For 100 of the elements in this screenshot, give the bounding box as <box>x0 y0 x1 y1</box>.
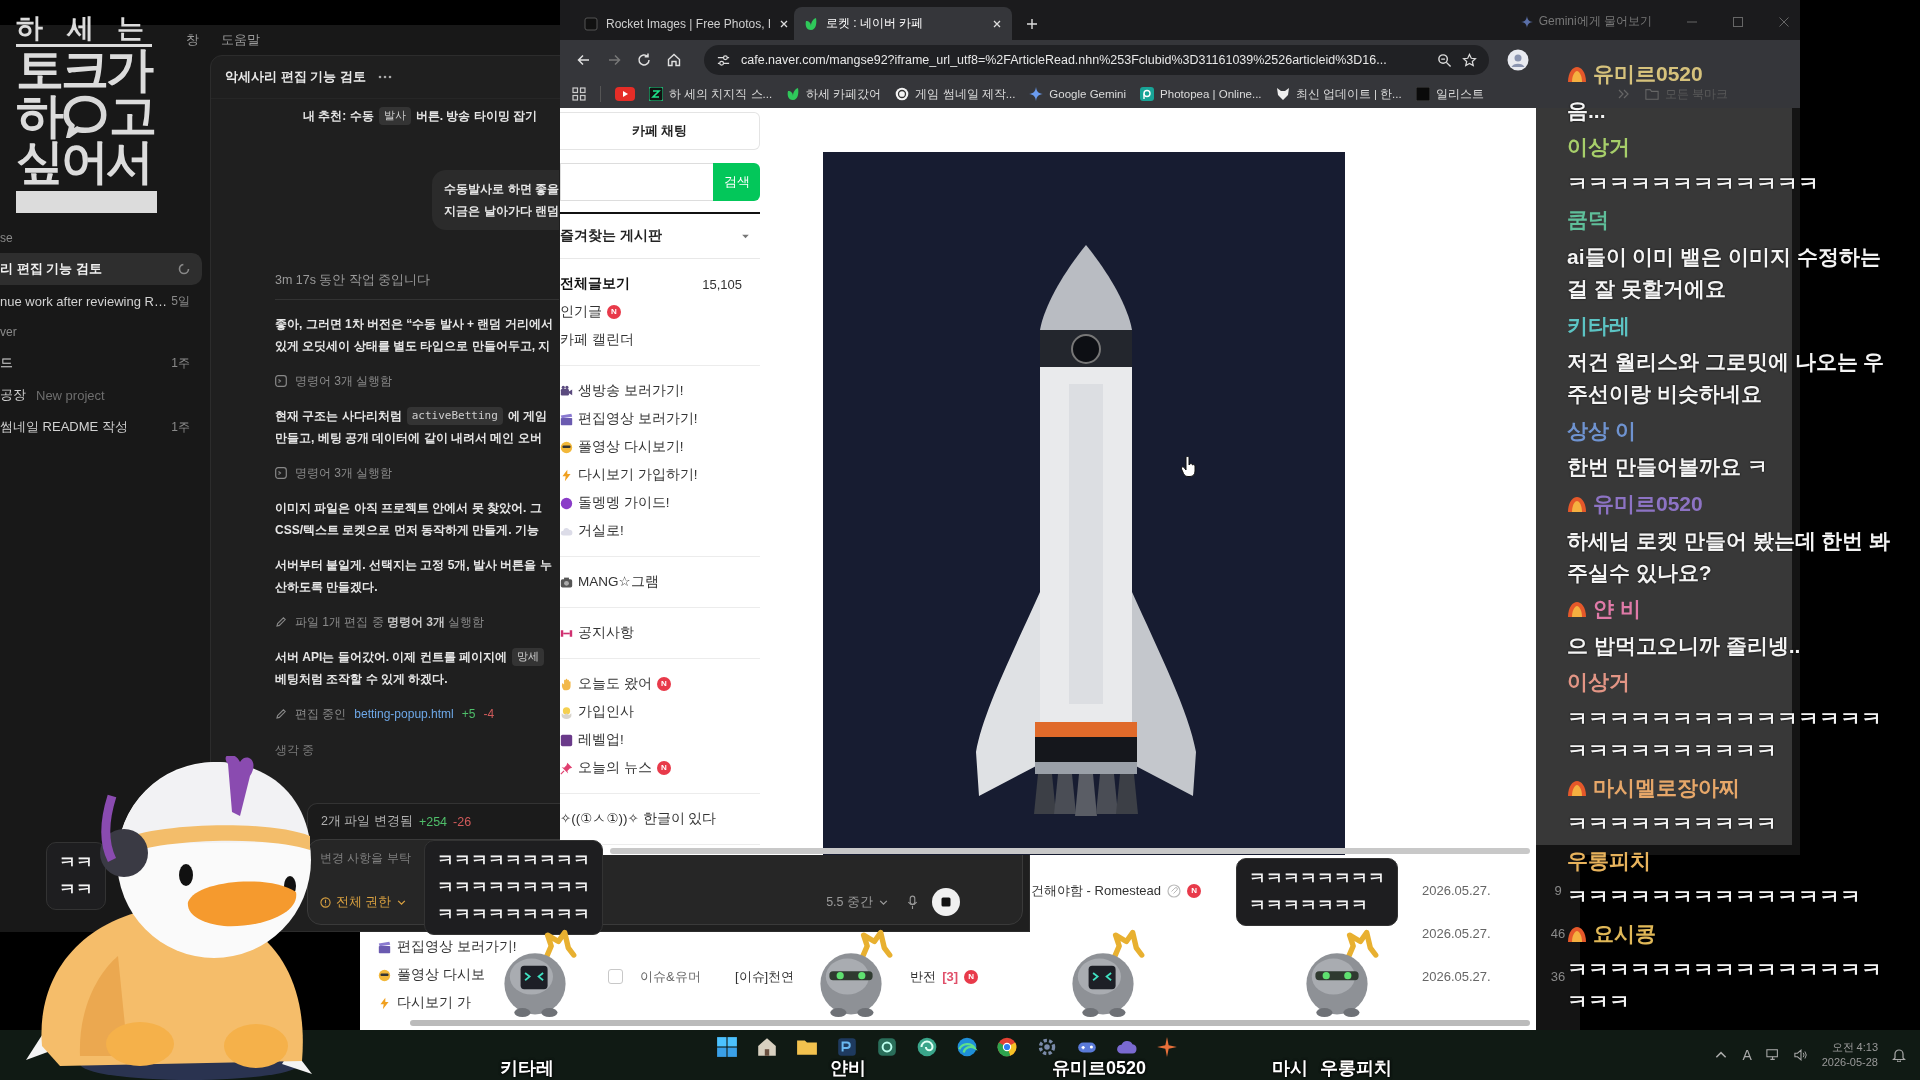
bookmark-item[interactable]: Google Gemini <box>1029 87 1127 101</box>
menu-item[interactable]: 도움말 <box>221 31 260 49</box>
board-link[interactable]: ✧((①ㅅ①))✧ 한글이 있다 <box>560 810 717 828</box>
board-link[interactable]: 다시보기 가 <box>397 994 471 1012</box>
browser-tab[interactable]: 로켓 : 네이버 카페 <box>794 7 1012 40</box>
p-logo-icon <box>1140 87 1155 101</box>
chat-username: 유미르0520 <box>1593 61 1703 87</box>
input-method-indicator[interactable]: A <box>1742 1047 1752 1063</box>
camera-icon <box>560 575 573 589</box>
board-link[interactable]: 카페 캘린더 <box>560 331 634 349</box>
cafe-chat-button[interactable]: 카페 채팅 <box>560 112 760 150</box>
video-play-icon[interactable] <box>615 87 635 101</box>
chat-message: ㅋㅋㅋㅋㅋㅋㅋㅋㅋㅋㅋㅋㅋㅋ <box>1567 884 1861 911</box>
lines-removed: -26 <box>453 814 472 829</box>
changes-bar[interactable]: 2개 파일 변경됨 +254 -26 <box>307 803 561 839</box>
zoom-icon[interactable] <box>1437 52 1452 68</box>
board-link[interactable]: 돌멩멩 가이드! <box>578 494 670 512</box>
board-link[interactable]: 전체글보기 <box>560 275 630 293</box>
file-link[interactable]: betting-popup.html <box>354 707 454 721</box>
close-icon[interactable] <box>779 18 790 29</box>
swirl-icon[interactable] <box>916 1036 938 1058</box>
forward-icon[interactable] <box>606 52 622 68</box>
chat-username: 우롱피치 <box>1567 847 1651 874</box>
bookmark-item[interactable]: 하세 카페갔어 <box>786 86 882 102</box>
start-menu-icon[interactable] <box>716 1036 738 1058</box>
bookmark-item[interactable]: 일리스트 <box>1415 86 1484 102</box>
profile-avatar-icon[interactable] <box>1507 49 1529 71</box>
bookmark-item[interactable]: 하 세의 치지직 스... <box>649 86 773 102</box>
bookmark-item[interactable]: 최신 업데이트 | 한... <box>1275 86 1402 102</box>
board-link[interactable]: 가입인사 <box>578 703 634 721</box>
dropdown-caret-icon[interactable] <box>741 233 750 239</box>
thread-item[interactable]: 리 편집 기능 검토 <box>0 253 202 285</box>
back-icon[interactable] <box>576 52 592 68</box>
home-icon[interactable] <box>666 52 682 68</box>
tool-summary[interactable]: 명령어 3개 실행함 <box>295 464 393 482</box>
permission-dropdown[interactable]: 전체 권한 <box>320 891 408 913</box>
model-dropdown[interactable]: 5.5 중간 <box>822 891 893 913</box>
menu-item[interactable]: 창 <box>186 31 199 49</box>
house-icon[interactable] <box>756 1036 778 1058</box>
status-text: 3m 17s 동안 작업 중입니다 <box>275 273 431 287</box>
p-tile-icon[interactable] <box>836 1036 858 1058</box>
board-link[interactable]: 다시보기 가입하기! <box>578 466 698 484</box>
horizontal-scrollbar[interactable] <box>410 1020 1530 1026</box>
address-bar[interactable]: cafe.naver.com/mangse92?iframe_url_utf8=%2FArticleRead.nhn%253Fclubid%3D31161039%2526articleid%3D16... <box>704 45 1489 75</box>
new-tab-icon[interactable] <box>1026 18 1038 30</box>
maximize-icon[interactable] <box>1732 16 1744 28</box>
board-link[interactable]: 풀영상 다시보기! <box>578 438 684 456</box>
prompt-input[interactable]: 변경 사항을 부탁 <box>320 846 414 870</box>
star-icon[interactable] <box>1462 52 1477 68</box>
logo-caption: 하 세 는 <box>16 12 152 47</box>
volume-icon[interactable] <box>1793 1048 1808 1062</box>
board-link[interactable]: 오늘도 왔어 <box>578 675 652 693</box>
monitor-network-icon[interactable] <box>1765 1048 1780 1062</box>
browser-icon[interactable] <box>996 1036 1018 1058</box>
post-date: 2026.05.27. <box>1422 883 1491 898</box>
code-chip: 발사 <box>378 107 411 125</box>
board-link[interactable]: 인기글 <box>560 303 602 321</box>
bookmark-item[interactable]: 게임 썸네일 제작... <box>895 86 1016 102</box>
tool-summary[interactable]: 명령어 3개 실행함 <box>295 372 393 390</box>
gear-icon[interactable] <box>1036 1036 1058 1058</box>
more-icon[interactable] <box>377 75 392 79</box>
board-link[interactable]: 생방송 보러가기! <box>578 382 684 400</box>
favorites-heading[interactable]: 즐겨찾는 게시판 <box>560 227 662 245</box>
thread-item[interactable]: 공장 New project <box>0 379 202 411</box>
post-title[interactable]: 건해야함 - Romestead <box>1031 881 1162 900</box>
board-link[interactable]: 레벨업! <box>578 731 624 749</box>
clock-time[interactable]: 오전 4:13 <box>1831 1040 1878 1055</box>
clock-date[interactable]: 2026-05-28 <box>1821 1055 1878 1070</box>
ring-tile-icon[interactable] <box>876 1036 898 1058</box>
gemini-button[interactable]: Gemini에게 물어보기 <box>1520 13 1652 30</box>
thread-item[interactable]: 드 1주 <box>0 347 202 379</box>
board-link[interactable]: 편집영상 보러가기! <box>397 938 517 956</box>
microphone-icon[interactable] <box>907 894 918 910</box>
browser-tab[interactable]: Rocket Images | Free Photos, I <box>574 7 792 40</box>
chat-username: 얀 비 <box>1593 596 1641 623</box>
board-link[interactable]: 공지사항 <box>578 624 634 642</box>
apps-grid-icon[interactable] <box>572 87 586 101</box>
avatar-name-label: 키타레 <box>500 1058 554 1079</box>
post-count: 15,105 <box>702 276 742 292</box>
tool-summary[interactable]: 파일 1개 편집 중 명령어 3개 실행함 <box>295 613 485 631</box>
row-checkbox[interactable] <box>608 969 623 984</box>
post-title[interactable]: 반전 <box>910 967 937 986</box>
thread-item[interactable]: nue work after reviewing R… 5일 <box>0 285 202 317</box>
post-title[interactable]: [이슈]천연 <box>735 967 795 986</box>
board-link[interactable]: 거실로! <box>578 522 624 540</box>
search-field[interactable] <box>560 163 713 201</box>
thread-item[interactable]: 썸네일 README 작성 1주 <box>0 411 202 443</box>
bookmark-item[interactable]: Photopea | Online... <box>1140 87 1262 101</box>
stop-button[interactable] <box>932 888 960 916</box>
board-link[interactable]: 오늘의 뉴스 <box>578 759 652 777</box>
reload-icon[interactable] <box>636 52 652 68</box>
board-link[interactable]: 편집영상 보러가기! <box>578 410 698 428</box>
board-link[interactable]: MANG☆그램 <box>578 573 659 591</box>
board-link[interactable]: 풀영상 다시보 <box>397 966 485 984</box>
horizontal-scrollbar[interactable] <box>610 848 1530 854</box>
new-badge: N <box>1187 883 1202 898</box>
site-settings-icon[interactable] <box>716 52 731 68</box>
wave-globe-icon[interactable] <box>956 1036 978 1058</box>
bell-icon[interactable] <box>1892 1048 1906 1062</box>
thread-title: 악세사리 편집 기능 검토 <box>225 68 366 86</box>
